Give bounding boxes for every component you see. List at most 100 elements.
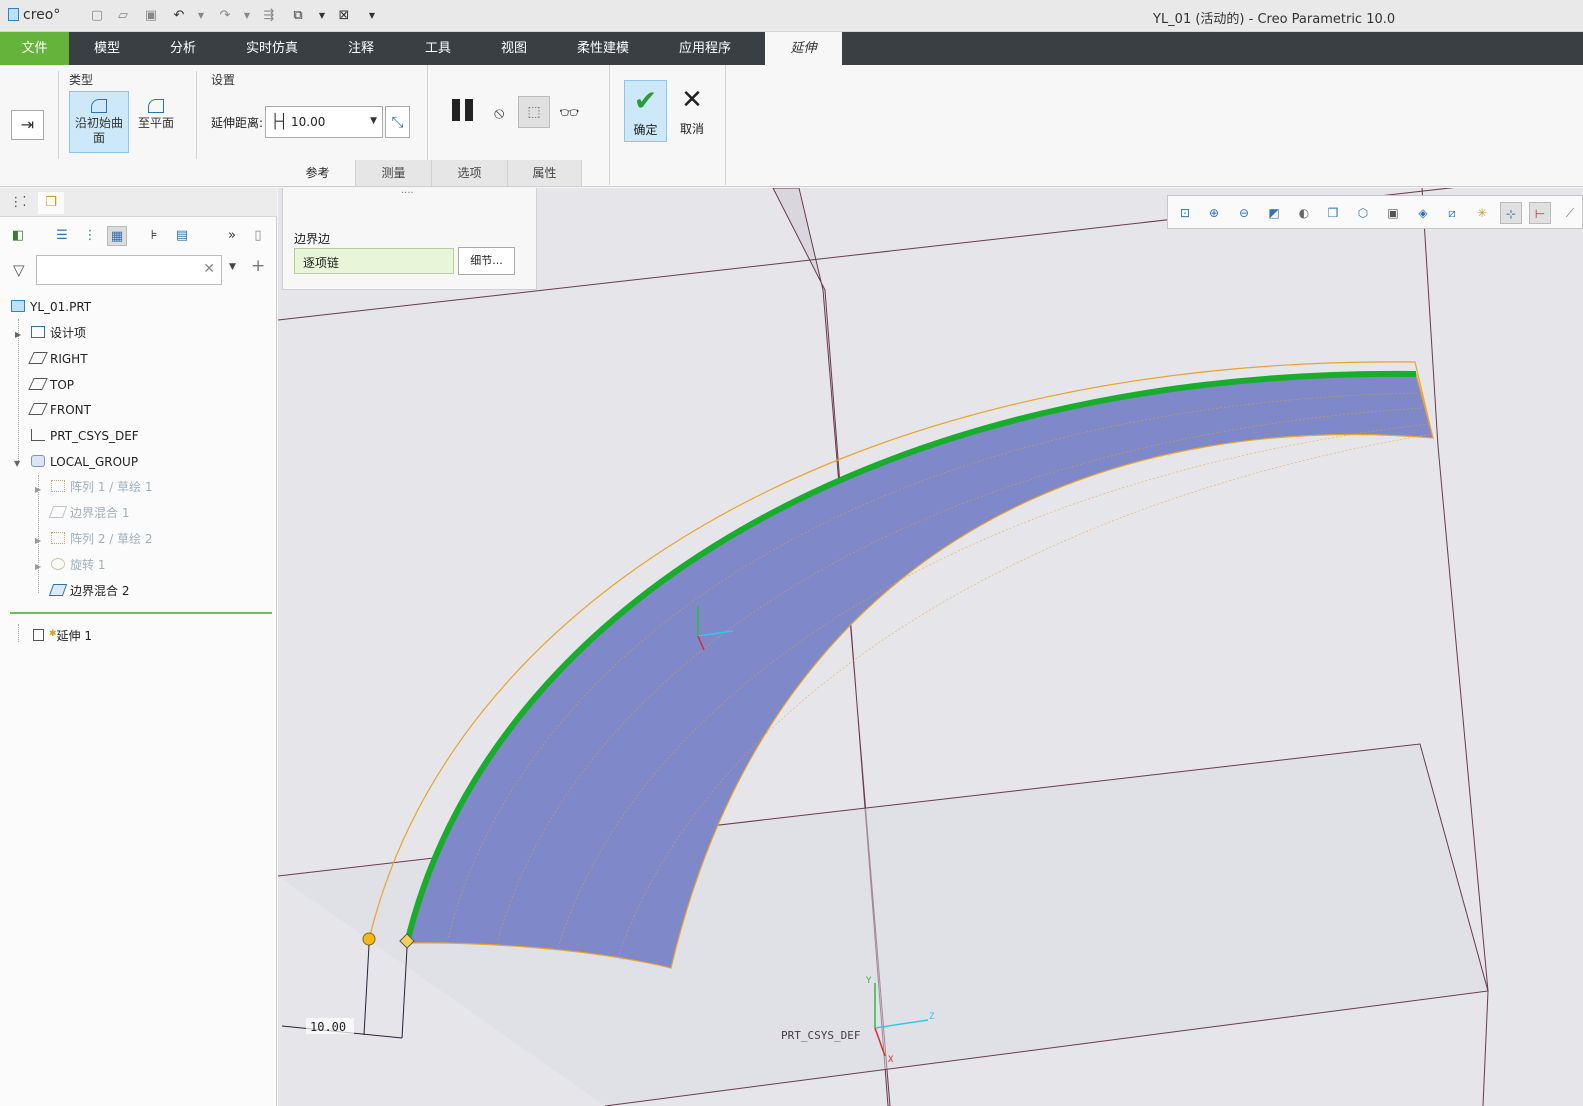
along-initial-surface-button[interactable]: 沿初始曲面 — [69, 91, 129, 153]
tree-item-front[interactable]: FRONT — [28, 399, 91, 421]
tab-options[interactable]: 选项 — [432, 160, 508, 186]
undo-icon[interactable]: ↶ — [171, 8, 187, 24]
tree-search-input[interactable]: ✕ — [36, 255, 222, 285]
redo-dropdown-icon[interactable]: ▼ — [239, 8, 255, 24]
menu-live-simulation[interactable]: 实时仿真 — [234, 32, 310, 65]
tree-item-boundary-blend-1[interactable]: 边界混合 1 — [48, 502, 129, 524]
no-preview-icon[interactable]: ⦸ — [494, 103, 504, 123]
zoom-in-icon[interactable]: ⊕ — [1203, 202, 1225, 224]
csys-display-icon[interactable]: ⊢ — [1529, 202, 1551, 224]
collapse-panel-icon[interactable]: ⇥ — [11, 110, 44, 140]
model-tree-tab-icon[interactable]: ⋮⁚ — [5, 192, 31, 214]
tree-item-boundary-blend-2[interactable]: 边界混合 2 — [48, 580, 129, 602]
distance-value: 10.00 — [291, 115, 326, 129]
spin-center-icon[interactable]: ⊹ — [1500, 202, 1522, 224]
model-canvas[interactable]: 10.00 PRT_CSYS_DEF Y Z X — [278, 188, 1583, 1106]
show-icon[interactable]: ◧ — [8, 226, 28, 246]
folder-browser-tab-icon[interactable]: ❐ — [38, 192, 64, 214]
menu-analysis[interactable]: 分析 — [152, 32, 214, 65]
expand-arrow-icon[interactable]: ▶ — [35, 562, 41, 571]
panel-grip[interactable]: ···· — [401, 188, 414, 199]
repaint-icon[interactable]: ◩ — [1263, 202, 1285, 224]
tree-list-icon[interactable]: ☰ — [52, 226, 72, 246]
pause-icon[interactable] — [452, 99, 476, 125]
datum-plane-icon — [28, 352, 48, 364]
tab-measurements[interactable]: 测量 — [356, 160, 432, 186]
details-button[interactable]: 细节... — [458, 247, 515, 275]
tree-item-revolve-1[interactable]: 旋转 1 — [51, 554, 105, 576]
add-icon[interactable]: + — [251, 256, 265, 276]
menu-tools[interactable]: 工具 — [407, 32, 469, 65]
view-manager-icon[interactable]: ⬡ — [1352, 202, 1374, 224]
tree-item-pattern-1[interactable]: 阵列 1 / 草绘 1 — [51, 476, 153, 498]
section-icon[interactable]: ◈ — [1412, 202, 1434, 224]
menu-extend-tab[interactable]: 延伸 — [765, 32, 842, 65]
tree-filters-icon[interactable]: ⊧ — [144, 226, 164, 246]
ok-button[interactable]: ✔ 确定 — [624, 80, 667, 142]
tree-settings-icon[interactable]: ▤ — [172, 226, 192, 246]
menu-annotate[interactable]: 注释 — [330, 32, 392, 65]
extension-drag-handle[interactable] — [362, 932, 376, 946]
regenerate-icon[interactable]: ⇶ — [261, 8, 277, 24]
tree-item-right[interactable]: RIGHT — [28, 348, 88, 370]
cancel-label: 取消 — [679, 122, 704, 136]
distance-label: 延伸距离: — [211, 116, 264, 130]
tree-columns-icon[interactable]: ⋮ — [80, 226, 100, 246]
tab-references[interactable]: 参考 — [280, 160, 356, 186]
menu-flexible-modeling[interactable]: 柔性建模 — [565, 32, 641, 65]
tab-properties[interactable]: 属性 — [508, 160, 582, 186]
refit-icon[interactable]: ⊡ — [1174, 202, 1196, 224]
perspective-icon[interactable]: ▣ — [1382, 202, 1404, 224]
tree-item-local-group[interactable]: LOCAL_GROUP — [31, 451, 138, 473]
layer-tree-icon[interactable]: ▦ — [107, 226, 127, 246]
saved-orientations-icon[interactable]: ❒ — [1322, 202, 1344, 224]
boundary-edges-collector[interactable]: 逐项链 — [294, 248, 454, 274]
annotation-display-icon[interactable]: ✳ — [1471, 202, 1493, 224]
new-file-icon[interactable]: ▢ — [89, 8, 105, 24]
undo-dropdown-icon[interactable]: ▼ — [193, 8, 209, 24]
datum-plane-icon — [28, 378, 48, 390]
tree-item-extend-1[interactable]: ✱延伸 1 — [33, 623, 92, 645]
tree-item-design-items[interactable]: 设计项 — [31, 322, 86, 344]
chevron-down-icon[interactable]: ▼ — [370, 116, 377, 126]
to-plane-button[interactable]: 至平面 — [130, 91, 182, 153]
graphics-viewport[interactable]: 10.00 PRT_CSYS_DEF Y Z X — [278, 188, 1583, 1106]
close-window-icon[interactable]: ⊠ — [336, 8, 352, 24]
expand-arrow-icon[interactable]: ▶ — [35, 536, 41, 545]
close-icon: ✕ — [681, 85, 703, 115]
clear-search-icon[interactable]: ✕ — [203, 261, 215, 277]
menu-model[interactable]: 模型 — [76, 32, 138, 65]
glasses-icon[interactable]: 👓︎ — [559, 103, 579, 122]
tree-item-csys[interactable]: PRT_CSYS_DEF — [31, 425, 139, 447]
tree-item-top[interactable]: TOP — [28, 374, 74, 396]
redo-icon[interactable]: ↷ — [217, 8, 233, 24]
tree-item-label: YL_01.PRT — [30, 300, 92, 314]
windows-icon[interactable]: ⧉ — [290, 8, 306, 24]
tree-item-pattern-2[interactable]: 阵列 2 / 草绘 2 — [51, 528, 153, 550]
distance-input[interactable]: ├┤ 10.00 ▼ — [265, 106, 383, 138]
flip-direction-button[interactable]: ⤡ — [385, 106, 410, 138]
collapse-arrow-icon[interactable]: ▼ — [14, 459, 20, 468]
more-icon[interactable]: » — [222, 226, 242, 246]
expand-arrow-icon[interactable]: ▶ — [15, 330, 21, 339]
windows-dropdown-icon[interactable]: ▼ — [314, 8, 330, 24]
filter-icon[interactable]: ▽ — [13, 261, 25, 279]
document-icon[interactable]: ▯ — [248, 226, 268, 246]
zoom-out-icon[interactable]: ⊖ — [1233, 202, 1255, 224]
cancel-button[interactable]: ✕ 取消 — [672, 80, 712, 142]
menu-file[interactable]: 文件 — [0, 32, 69, 65]
dimension-label[interactable]: 10.00 — [310, 1020, 346, 1034]
more-tools-icon[interactable]: ⟋ — [1559, 202, 1581, 224]
insert-here-marker[interactable] — [10, 612, 272, 614]
verify-preview-icon[interactable]: ⬚ — [518, 96, 550, 128]
menu-view[interactable]: 视图 — [483, 32, 545, 65]
tree-item-part[interactable]: YL_01.PRT — [11, 296, 91, 318]
display-style-icon[interactable]: ◐ — [1293, 202, 1315, 224]
save-icon[interactable]: ▣ — [143, 8, 159, 24]
customize-toolbar-icon[interactable]: ▼ — [364, 8, 380, 24]
open-file-icon[interactable]: ▱ — [115, 8, 131, 24]
search-dropdown-icon[interactable]: ▼ — [229, 262, 236, 272]
datum-display-icon[interactable]: ⧄ — [1441, 202, 1463, 224]
expand-arrow-icon[interactable]: ▶ — [35, 485, 41, 494]
menu-applications[interactable]: 应用程序 — [667, 32, 743, 65]
